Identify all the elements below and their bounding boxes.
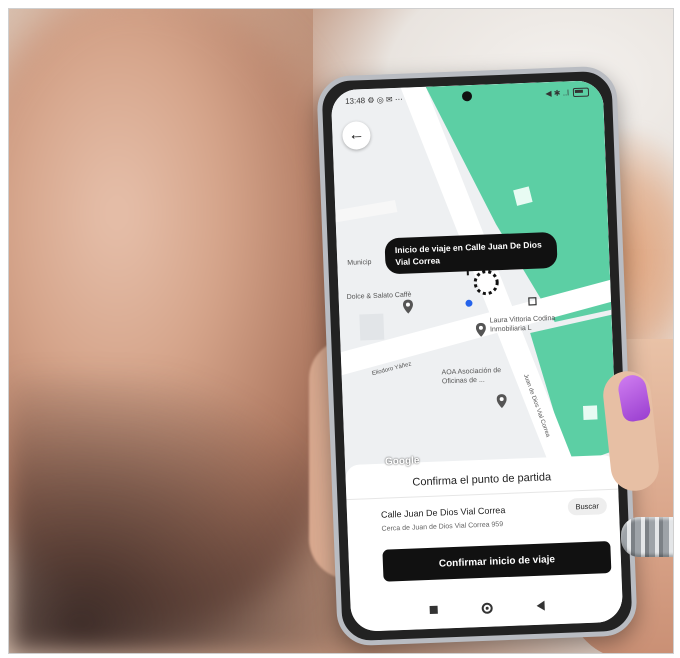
sheet-title: Confirma el punto de partida	[412, 471, 552, 489]
status-left: 13:48 ⚙ ◎ ✉ ⋯	[345, 94, 403, 105]
status-time: 13:48	[344, 95, 366, 106]
home-nav-icon[interactable]	[480, 602, 493, 614]
map-label-place: Municip	[347, 258, 372, 267]
location-pin-icon[interactable]	[475, 322, 487, 337]
photo-scene: ← Inicio de viaje en Calle Juan De Dios …	[8, 8, 674, 654]
map-label-association: AOA Asociación de Oficinas de ...	[441, 367, 502, 386]
map-graphics	[330, 79, 618, 476]
smartphone: ← Inicio de viaje en Calle Juan De Dios …	[316, 65, 638, 647]
building-block	[359, 313, 385, 341]
pickup-address-detail: Cerca de Juan de Dios Vial Correa 959	[381, 521, 504, 533]
location-pin-icon[interactable]	[402, 299, 414, 314]
map-label-realty: Laura Vittoria Codina Inmobiliaria L	[489, 314, 556, 334]
confirm-trip-button[interactable]: Confirmar inicio de viaje	[382, 541, 612, 582]
map-view[interactable]: ← Inicio de viaje en Calle Juan De Dios …	[330, 79, 618, 476]
battery-icon	[572, 87, 590, 97]
silver-ring	[621, 517, 673, 557]
back-nav-icon[interactable]	[535, 600, 545, 611]
recent-apps-icon[interactable]	[429, 605, 438, 615]
phone-screen: ← Inicio de viaje en Calle Juan De Dios …	[330, 79, 624, 633]
building-block	[582, 405, 598, 420]
status-icons-right: ◀ ✱ ..l	[545, 87, 570, 98]
pickup-address: Calle Juan De Dios Vial Correa	[380, 505, 506, 520]
location-pin-icon[interactable]	[496, 394, 507, 409]
pickup-tooltip: Inicio de viaje en Calle Juan De Dios Vi…	[384, 231, 558, 275]
status-icons-left: ⚙ ◎ ✉ ⋯	[367, 94, 404, 105]
google-logo: Google	[384, 455, 420, 468]
bottom-sheet: Confirma el punto de partida Calle Juan …	[345, 454, 624, 633]
status-right: ◀ ✱ ..l	[545, 87, 590, 98]
system-nav-bar	[350, 594, 622, 622]
search-button[interactable]: Buscar	[567, 497, 608, 516]
